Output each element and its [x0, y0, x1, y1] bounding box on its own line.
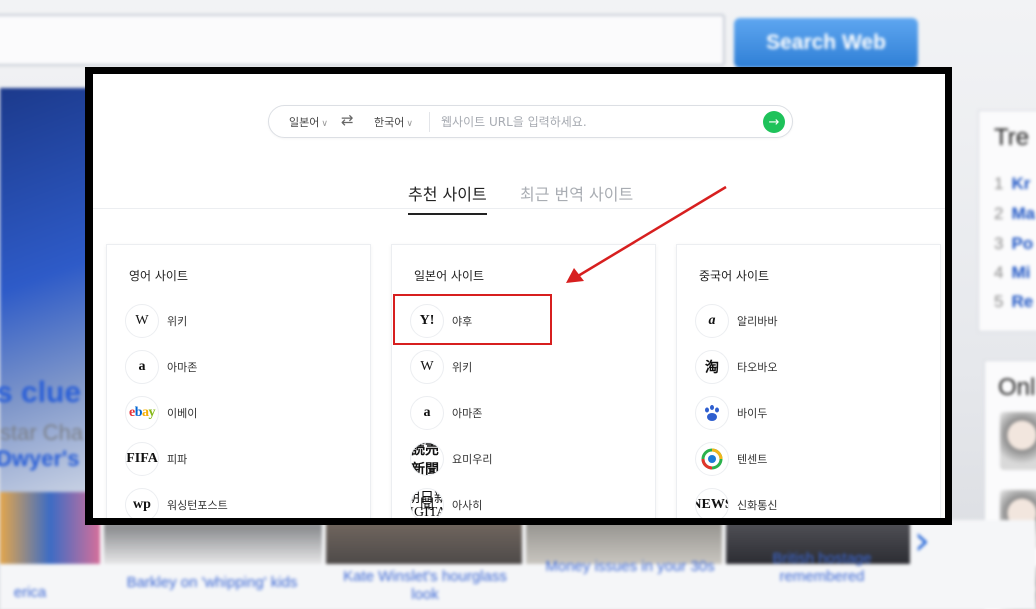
site-name: 아마존	[167, 361, 198, 374]
tab-recent-sites[interactable]: 최근 번역 사이트	[520, 181, 633, 213]
bar-divider	[429, 112, 430, 132]
card-title: 일본어 사이트	[414, 269, 485, 283]
bg-search-field	[0, 14, 725, 66]
url-translate-bar: 일본어∨ ⇄ 한국어∨ →	[268, 105, 793, 138]
site-name: 위키	[452, 361, 473, 374]
bg-hero-subline: star Cha	[0, 420, 84, 445]
alibaba-icon: a	[695, 304, 729, 338]
xinhua-icon: NEWS	[695, 488, 729, 518]
swap-languages-icon[interactable]: ⇄	[341, 111, 354, 129]
chinese-sites-card: 중국어 사이트 a 알리바바 淘 타오바오 바이두 텐센트 EW 신화통신	[676, 244, 941, 518]
wikipedia-icon: W	[410, 350, 444, 384]
bg-trending-row: 2 Ma	[994, 204, 1036, 223]
chevron-down-icon: ∨	[321, 119, 328, 129]
yomiuri-icon: 読売新聞	[410, 442, 444, 476]
site-name: 알리바바	[737, 315, 778, 328]
tencent-icon	[695, 442, 729, 476]
card-title: 중국어 사이트	[699, 269, 770, 283]
bg-news-caption: erica	[13, 584, 47, 601]
target-language-select[interactable]: 한국어 ∨	[374, 114, 413, 130]
site-name: 위키	[167, 315, 188, 328]
source-language-label: 일본어	[289, 116, 320, 129]
site-item-ebay[interactable]: ebay 이베이	[125, 395, 197, 431]
site-item-xinhua[interactable]: NEWS 신화통신	[695, 487, 777, 518]
english-sites-card: 영어 사이트 W 위키 a 아마존 ebay 이베이 FIFA 피파 wp 워싱…	[106, 244, 371, 518]
bg-trending-title: Tre	[994, 124, 1030, 151]
bg-hero-headline: s clue	[0, 376, 82, 409]
bg-hero-subline-2: Dwyer's	[0, 446, 80, 471]
card-title: 영어 사이트	[129, 269, 189, 283]
bg-news-caption: Money issues in your 30s	[545, 558, 715, 575]
translate-go-button[interactable]: →	[763, 111, 785, 133]
bg-trending-row: 4 Mi	[994, 263, 1031, 282]
bg-trending-row: 5 Re	[994, 292, 1034, 311]
japanese-sites-card: 일본어 사이트 Y! 야후 W 위키 a 아마존 読売新聞 요미우리 朝日新聞 …	[391, 244, 656, 518]
arrow-right-icon: →	[768, 114, 780, 130]
site-name: 신화통신	[737, 499, 778, 512]
bg-trending-row: 1 Kr	[994, 174, 1031, 193]
site-name: 타오바오	[737, 361, 778, 374]
bg-news-caption: Kate Winslet's hourglass look	[343, 568, 507, 603]
url-input[interactable]	[441, 112, 741, 132]
site-item-amazon[interactable]: a 아마존	[410, 395, 482, 431]
chevron-down-icon: ∨	[406, 119, 413, 129]
taobao-icon: 淘	[695, 350, 729, 384]
site-item-baidu[interactable]: 바이두	[695, 395, 767, 431]
target-language-label: 한국어	[374, 116, 405, 129]
asahi-icon: 朝日新聞 DIGITAL	[410, 488, 444, 518]
site-name: 요미우리	[452, 453, 493, 466]
bg-avatar	[1000, 412, 1036, 470]
baidu-icon	[695, 396, 729, 430]
site-name: 바이두	[737, 407, 768, 420]
translator-panel: 일본어∨ ⇄ 한국어∨ → 추천 사이트 최근 번역 사이트 영어 사이트 W …	[93, 74, 945, 518]
site-name: 아사히	[452, 499, 483, 512]
amazon-icon: a	[410, 396, 444, 430]
site-name: 텐센트	[737, 453, 768, 466]
bg-search-web-button: Search Web	[734, 18, 918, 68]
site-item-taobao[interactable]: 淘 타오바오	[695, 349, 777, 385]
tab-recommended-sites[interactable]: 추천 사이트	[408, 181, 487, 215]
bg-news-caption: Barkley on 'whipping' kids	[126, 574, 298, 591]
site-item-asahi[interactable]: 朝日新聞 DIGITAL 아사히	[410, 487, 482, 518]
site-name: 아마존	[452, 407, 483, 420]
highlight-box	[393, 294, 552, 345]
bg-trending-row: 3 Po	[994, 234, 1034, 253]
site-item-fifa[interactable]: FIFA 피파	[125, 441, 187, 477]
bg-news-caption: British hostage remembered	[772, 550, 872, 585]
site-item-yomiuri[interactable]: 読売新聞 요미우리	[410, 441, 492, 477]
site-item-washington-post[interactable]: wp 워싱턴포스트	[125, 487, 228, 518]
site-tabs: 추천 사이트 최근 번역 사이트	[93, 175, 945, 215]
site-name: 피파	[167, 453, 188, 466]
site-item-alibaba[interactable]: a 알리바바	[695, 303, 777, 339]
fifa-icon: FIFA	[125, 442, 159, 476]
site-name: 워싱턴포스트	[167, 499, 228, 512]
translator-panel-frame: 일본어∨ ⇄ 한국어∨ → 추천 사이트 최근 번역 사이트 영어 사이트 W …	[85, 67, 952, 525]
site-item-tencent[interactable]: 텐센트	[695, 441, 767, 477]
bg-online-title: Onl	[998, 374, 1036, 401]
site-name: 이베이	[167, 407, 198, 420]
ebay-icon: ebay	[125, 396, 159, 430]
washington-post-icon: wp	[125, 488, 159, 518]
source-language-select[interactable]: 일본어 ∨	[289, 114, 328, 130]
wikipedia-icon: W	[125, 304, 159, 338]
site-item-wiki[interactable]: W 위키	[410, 349, 472, 385]
amazon-icon: a	[125, 350, 159, 384]
site-item-wiki[interactable]: W 위키	[125, 303, 187, 339]
site-item-amazon[interactable]: a 아마존	[125, 349, 197, 385]
